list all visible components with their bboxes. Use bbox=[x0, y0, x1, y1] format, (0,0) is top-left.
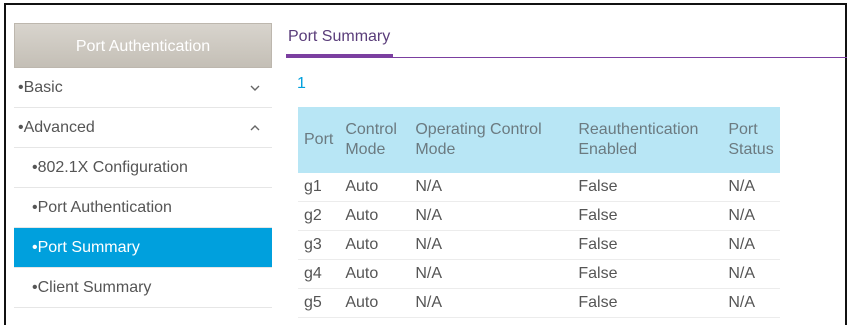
sidebar-item-label: Advanced bbox=[24, 119, 95, 136]
cell-port: g5 bbox=[298, 289, 339, 318]
column-header-control-mode[interactable]: Control Mode bbox=[339, 107, 409, 173]
sidebar-item-label: Port Authentication bbox=[38, 199, 172, 216]
column-header-reauthentication-enabled[interactable]: Reauthentication Enabled bbox=[572, 107, 722, 173]
sidebar-item-label: Port Summary bbox=[38, 239, 140, 256]
main-content: Port Summary 1 Port Control Mode Operati… bbox=[286, 23, 847, 320]
cell-port-status: N/A bbox=[722, 289, 779, 318]
cell-reauthentication-enabled: False bbox=[572, 289, 722, 318]
sidebar-item-advanced[interactable]: •Advanced bbox=[14, 108, 272, 148]
cell-operating-control-mode: N/A bbox=[409, 202, 572, 231]
cell-control-mode: Auto bbox=[339, 173, 409, 202]
table-row[interactable]: g3 Auto N/A False N/A bbox=[298, 231, 780, 260]
sidebar: Port Authentication •Basic •Advanced •80… bbox=[14, 23, 272, 320]
cell-port-status: N/A bbox=[722, 260, 779, 289]
sidebar-item-basic[interactable]: •Basic bbox=[14, 68, 272, 108]
page-link-1[interactable]: 1 bbox=[297, 75, 306, 93]
chevron-down-icon[interactable] bbox=[250, 68, 260, 108]
column-header-port[interactable]: Port bbox=[298, 107, 339, 173]
sidebar-item-label: Client Summary bbox=[38, 279, 152, 296]
cell-reauthentication-enabled: False bbox=[572, 202, 722, 231]
sidebar-item-label: 802.1X Configuration bbox=[38, 159, 188, 176]
sidebar-item-port-summary[interactable]: •Port Summary bbox=[14, 228, 272, 268]
sidebar-item-label: Basic bbox=[24, 79, 63, 96]
cell-operating-control-mode: N/A bbox=[409, 260, 572, 289]
table-header-row: Port Control Mode Operating Control Mode… bbox=[298, 107, 780, 173]
cell-control-mode: Auto bbox=[339, 202, 409, 231]
table-row[interactable]: g2 Auto N/A False N/A bbox=[298, 202, 780, 231]
chevron-up-icon[interactable] bbox=[250, 108, 260, 148]
tab-bar: Port Summary bbox=[286, 23, 847, 58]
cell-control-mode: Auto bbox=[339, 289, 409, 318]
cell-port-status: N/A bbox=[722, 202, 779, 231]
column-header-port-status[interactable]: Port Status bbox=[722, 107, 779, 173]
table-row[interactable]: g5 Auto N/A False N/A bbox=[298, 289, 780, 318]
cell-reauthentication-enabled: False bbox=[572, 260, 722, 289]
cell-control-mode: Auto bbox=[339, 260, 409, 289]
table-row[interactable]: g4 Auto N/A False N/A bbox=[298, 260, 780, 289]
sidebar-item-port-authentication[interactable]: •Port Authentication bbox=[14, 188, 272, 228]
sidebar-header: Port Authentication bbox=[14, 23, 272, 68]
cell-reauthentication-enabled: False bbox=[572, 231, 722, 260]
cell-reauthentication-enabled: False bbox=[572, 173, 722, 202]
cell-operating-control-mode: N/A bbox=[409, 173, 572, 202]
cell-operating-control-mode: N/A bbox=[409, 231, 572, 260]
cell-port: g1 bbox=[298, 173, 339, 202]
cell-port: g4 bbox=[298, 260, 339, 289]
cell-operating-control-mode: N/A bbox=[409, 289, 572, 318]
cell-port-status: N/A bbox=[722, 231, 779, 260]
port-summary-table: Port Control Mode Operating Control Mode… bbox=[298, 107, 780, 318]
sidebar-item-8021x-configuration[interactable]: •802.1X Configuration bbox=[14, 148, 272, 188]
cell-control-mode: Auto bbox=[339, 231, 409, 260]
tab-port-summary[interactable]: Port Summary bbox=[286, 23, 393, 57]
column-header-operating-control-mode[interactable]: Operating Control Mode bbox=[409, 107, 572, 173]
cell-port: g3 bbox=[298, 231, 339, 260]
cell-port-status: N/A bbox=[722, 173, 779, 202]
sidebar-item-client-summary[interactable]: •Client Summary bbox=[14, 268, 272, 308]
cell-port: g2 bbox=[298, 202, 339, 231]
table-row[interactable]: g1 Auto N/A False N/A bbox=[298, 173, 780, 202]
